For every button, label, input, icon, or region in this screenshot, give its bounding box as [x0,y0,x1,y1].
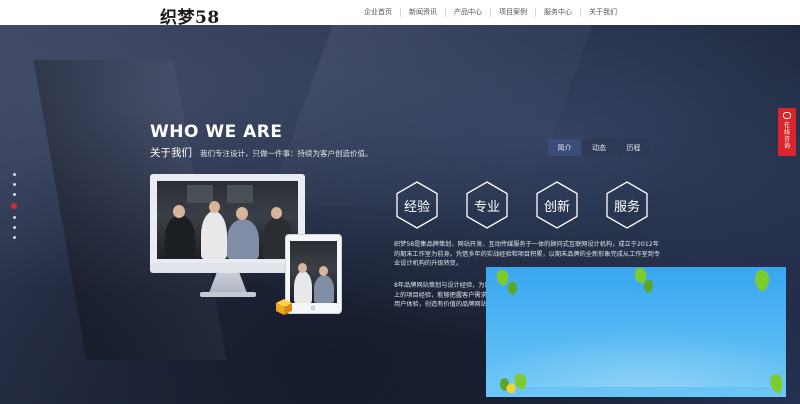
person-figure [314,275,334,303]
person-head [173,205,185,218]
pager-dot[interactable] [12,193,16,196]
person-figure [201,211,227,259]
about-paragraph: 织梦58是集品牌策划、网站开发、互动传媒服务于一体的顾问式互联网设计机构，成立于… [394,241,661,267]
top-navbar: 织梦58 企业首页 新闻资讯 产品中心 项目案例 服务中心 关于我们 [0,0,800,28]
person-head [236,207,248,220]
cube-icon [276,299,292,315]
value-label: 创新 [543,199,570,215]
about-tabs: 简介 动态 历程 [548,139,652,156]
nav-item-service[interactable]: 服务中心 [535,8,580,17]
tab-intro[interactable]: 简介 [548,139,581,156]
section-subtitle: 我们专注设计，只做一件事：持续为客户创造价值。 [200,149,373,158]
leaves-decoration [496,267,783,394]
online-consult-label: 在线咨询 [783,122,790,150]
pager-dot[interactable] [12,183,16,186]
main-nav: 企业首页 新闻资讯 产品中心 项目案例 服务中心 关于我们 [356,0,625,25]
photo-window [227,185,253,203]
nav-item-home[interactable]: 企业首页 [356,8,400,17]
value-hexagon-experience: 经验 [392,180,442,230]
monitor-base [200,292,256,297]
chat-bubble-icon [783,112,791,119]
value-label: 专业 [473,199,500,215]
tablet-home-button [311,306,315,310]
person-head [209,201,220,213]
photo-window [187,185,213,203]
value-label: 服务 [613,199,640,215]
person-figure [227,219,259,259]
tablet-photo [290,241,337,303]
online-consult-badge[interactable]: 在线咨询 [778,108,796,156]
person-figure [165,215,195,259]
monitor-photo [157,181,298,259]
overlay-popup[interactable] [486,267,786,397]
monitor-chin [150,263,305,273]
tab-history[interactable]: 历程 [617,139,650,156]
person-head [271,207,282,219]
value-label: 经验 [403,199,430,215]
pager-dot-active[interactable] [11,203,17,209]
nav-item-cases[interactable]: 项目案例 [490,8,535,17]
tab-news[interactable]: 动态 [582,139,616,156]
value-hexagon-innovation: 创新 [532,180,582,230]
person-head [319,266,328,276]
value-hexagon-service: 服务 [602,180,652,230]
pager-dot[interactable] [12,216,16,219]
pager-dot[interactable] [12,236,16,239]
section-title-cn: 关于我们 [150,147,192,159]
section-pager [11,173,17,246]
nav-item-products[interactable]: 产品中心 [445,8,490,17]
value-hexagon-professional: 专业 [462,180,512,230]
pager-dot[interactable] [12,173,16,176]
person-head [298,263,307,273]
nav-item-about[interactable]: 关于我们 [580,8,625,17]
pager-dot[interactable] [12,226,16,229]
person-figure [294,271,312,303]
section-title-en: WHO WE ARE [150,122,283,142]
nav-item-news[interactable]: 新闻资讯 [400,8,445,17]
